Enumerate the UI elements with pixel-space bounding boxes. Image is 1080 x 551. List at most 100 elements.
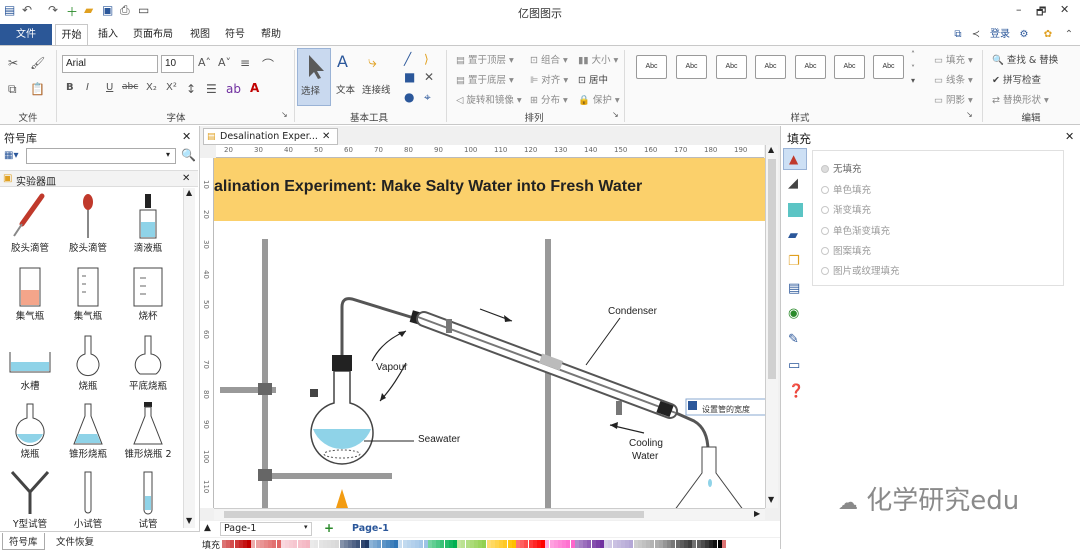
clamp-boss-lower[interactable]: [258, 469, 272, 481]
style-preset-7[interactable]: Abc: [873, 55, 904, 79]
data-icon[interactable]: ✎: [788, 332, 799, 347]
bullets-icon[interactable]: ☰: [206, 82, 217, 96]
symbol-flat-bottom-flask[interactable]: 平底烧瓶: [122, 332, 174, 392]
style-preset-2[interactable]: Abc: [676, 55, 707, 79]
replace-shape-button[interactable]: ⇄ 替换形状 ▾: [992, 92, 1049, 106]
label-seawater[interactable]: Seawater: [418, 434, 461, 445]
library-category-header[interactable]: ▣ 实验器皿 ✕: [0, 170, 198, 188]
symbol-round-flask[interactable]: 烧瓶: [4, 400, 56, 460]
image-icon[interactable]: ▰: [788, 228, 798, 243]
symbol-flask[interactable]: 烧瓶: [62, 332, 114, 392]
library-search-input[interactable]: [26, 148, 176, 164]
symbol-erlenmeyer-flask-2[interactable]: 锥形烧瓶 2: [122, 400, 174, 460]
style-scroll-up-icon[interactable]: ˄: [911, 50, 915, 59]
tab-symbols-library[interactable]: 符号库: [2, 533, 45, 550]
fill-option-mono-gradient[interactable]: 单色渐变填充: [821, 223, 890, 237]
scroll-thumb[interactable]: [224, 511, 644, 518]
symbol-beaker[interactable]: 烧杯: [122, 262, 174, 322]
comment-icon[interactable]: ▭: [788, 358, 800, 373]
style-more-icon[interactable]: ▾: [911, 76, 915, 85]
library-menu-icon[interactable]: ▦▾: [4, 150, 18, 161]
symbol-gas-jar-1[interactable]: 集气瓶: [4, 262, 56, 322]
close-button[interactable]: ✕: [1060, 3, 1069, 16]
style-preset-5[interactable]: Abc: [795, 55, 826, 79]
fill-button[interactable]: ▭ 填充 ▾: [934, 52, 973, 66]
search-dropdown-icon[interactable]: ▾: [166, 150, 170, 159]
style-scroll-down-icon[interactable]: ˅: [911, 64, 915, 73]
symbol-test-tube[interactable]: 试管: [122, 468, 174, 530]
symbol-erlenmeyer-flask[interactable]: 锥形烧瓶: [62, 400, 114, 460]
search-icon[interactable]: 🔍: [181, 148, 196, 162]
tab-symbols[interactable]: 符号: [221, 24, 249, 45]
symbol-gas-jar-2[interactable]: 集气瓶: [62, 262, 114, 322]
symbol-dropper-1[interactable]: 胶头滴管: [4, 192, 56, 254]
login-link[interactable]: 登录: [987, 24, 1013, 45]
style-dialog-launcher-icon[interactable]: ↘: [966, 110, 973, 119]
style-preset-6[interactable]: Abc: [834, 55, 865, 79]
water-inlet[interactable]: [616, 401, 622, 415]
restore-button[interactable]: 🗗: [1036, 3, 1046, 22]
tab-file[interactable]: 文件: [0, 24, 52, 45]
flask-clamp[interactable]: [310, 389, 318, 397]
cut-icon[interactable]: ✂: [8, 56, 18, 70]
scroll-thumb[interactable]: [768, 159, 776, 379]
receiving-flask[interactable]: [674, 446, 744, 508]
style-preset-1[interactable]: Abc: [636, 55, 667, 79]
fill-option-none[interactable]: 无填充: [821, 161, 862, 175]
symbol-water-trough[interactable]: 水槽: [4, 332, 56, 392]
tab-view[interactable]: 视图: [186, 24, 214, 45]
share-icon[interactable]: ≺: [968, 24, 984, 45]
align-icon[interactable]: ≡: [240, 56, 250, 70]
strikethrough-icon[interactable]: abc: [122, 82, 138, 92]
distribute-button[interactable]: ⊞ 分布 ▾: [530, 92, 568, 106]
rubber-stopper[interactable]: [332, 355, 352, 371]
settings-gear-icon[interactable]: ⚙: [1016, 24, 1032, 45]
layers-icon[interactable]: ❐: [788, 254, 800, 269]
color-swatch[interactable]: [721, 540, 726, 548]
spell-check-button[interactable]: ✔ 拼写检查: [992, 72, 1041, 86]
align-button[interactable]: ⊫ 对齐 ▾: [530, 72, 568, 86]
send-back-button[interactable]: ▤ 置于底层 ▾: [456, 72, 514, 86]
scroll-down-icon[interactable]: ▼: [768, 495, 774, 504]
document-tab[interactable]: ▤ Desalination Exper... ✕: [203, 128, 338, 145]
symbol-dropping-bottle[interactable]: 滴液瓶: [122, 192, 174, 254]
select-tool-button[interactable]: 选择: [297, 48, 331, 106]
burner-flame[interactable]: [336, 489, 348, 508]
category-close-icon[interactable]: ✕: [182, 173, 190, 184]
text-tool-button[interactable]: A 文本: [333, 48, 359, 106]
font-size-select[interactable]: 10: [161, 55, 194, 73]
format-painter-icon[interactable]: 🖌: [30, 56, 45, 70]
arrange-dialog-launcher-icon[interactable]: ↘: [612, 110, 619, 119]
symbol-dropper-2[interactable]: 胶头滴管: [62, 192, 114, 254]
delivery-tube[interactable]: [340, 297, 415, 355]
bring-front-button[interactable]: ▤ 置于顶层 ▾: [456, 52, 514, 66]
fill-option-pattern[interactable]: 图案填充: [821, 243, 871, 257]
ellipse-tool-icon[interactable]: ●: [404, 90, 414, 104]
clamp-boss-left[interactable]: [258, 383, 272, 395]
line-spacing-icon[interactable]: ↕: [186, 82, 196, 96]
font-name-select[interactable]: Arial: [62, 55, 158, 73]
scroll-right-icon[interactable]: ▶: [754, 509, 760, 518]
symbol-small-test-tube[interactable]: 小试管: [62, 468, 114, 530]
point-tool-icon[interactable]: ⌖: [424, 90, 431, 105]
fill-option-solid[interactable]: 单色填充: [821, 182, 871, 196]
canvas-vertical-scrollbar[interactable]: ▲ ▼: [765, 145, 778, 508]
label-condenser[interactable]: Condenser: [608, 306, 658, 317]
label-vapour[interactable]: Vapour: [376, 362, 408, 373]
size-button[interactable]: ▮▮ 大小 ▾: [578, 52, 618, 66]
shrink-font-icon[interactable]: A˅: [218, 56, 231, 69]
fill-tool-icon[interactable]: ▲: [783, 148, 807, 170]
underline-icon[interactable]: U: [106, 82, 113, 93]
share-screen-icon[interactable]: ⧉: [950, 24, 966, 45]
help-icon[interactable]: ❓: [788, 384, 804, 399]
protect-button[interactable]: 🔒 保护 ▾: [578, 92, 620, 106]
document-tab-close-icon[interactable]: ✕: [322, 129, 330, 144]
collapse-ribbon-icon[interactable]: ⌃: [1062, 24, 1076, 45]
connector-tool-button[interactable]: ⤷ 连接线: [362, 48, 394, 106]
tab-page-layout[interactable]: 页面布局: [128, 24, 178, 45]
distillation-diagram[interactable]: Condenser Vapour Seawater Cooling Water …: [214, 221, 765, 508]
theme-icon[interactable]: ✿: [1040, 24, 1056, 45]
ring-support[interactable]: [268, 473, 392, 479]
scroll-up-icon[interactable]: ▲: [186, 188, 192, 197]
arc-tool-icon[interactable]: ⟩: [424, 52, 429, 66]
